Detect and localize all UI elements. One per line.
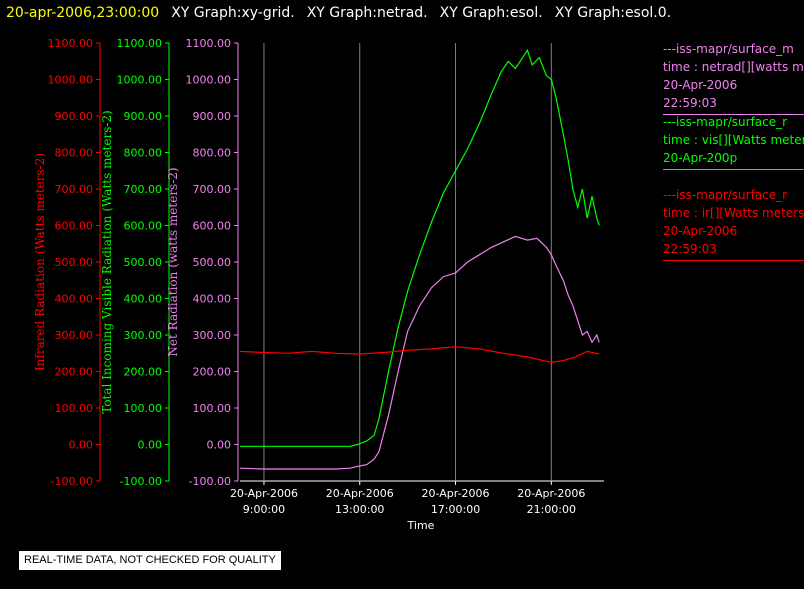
y-tick-label: 100.00	[193, 402, 232, 415]
y-tick-label: -100.00	[51, 475, 93, 488]
legend-text: 22:59:03	[663, 96, 717, 110]
y-tick-label: 500.00	[193, 256, 232, 269]
y-tick-label: 1100.00	[186, 37, 232, 50]
series-layer	[239, 48, 600, 470]
y-tick-label: 0.00	[69, 439, 94, 452]
x-tick-label: 17:00:00	[431, 503, 480, 516]
y-tick-label: 100.00	[55, 402, 94, 415]
y-tick-label: 300.00	[124, 329, 163, 342]
x-tick-label: 13:00:00	[335, 503, 384, 516]
legend-divider	[663, 260, 804, 261]
y-tick-label: 400.00	[55, 293, 94, 306]
y-tick-label: 900.00	[193, 110, 232, 123]
axes-layer: 1100.00 1000.00 900.00 800.00 700.00 600.00 50…	[33, 37, 604, 516]
y-tick-label: 200.00	[193, 366, 232, 379]
y-tick-label: -100.00	[189, 475, 231, 488]
legend-text: 22:59:03	[663, 242, 717, 256]
y-tick-label: 300.00	[55, 329, 94, 342]
y-tick-label: 200.00	[124, 366, 163, 379]
legend-text: ---iss-mapr/surface_m	[663, 42, 794, 56]
series-line-vis	[240, 48, 600, 447]
y-tick-label: 400.00	[124, 293, 163, 306]
legend-divider	[663, 169, 804, 170]
quality-notice: REAL-TIME DATA, NOT CHECKED FOR QUALITY	[19, 551, 281, 570]
x-tick-label: 21:00:00	[527, 503, 576, 516]
x-tick-label: 20-Apr-2006	[517, 487, 585, 500]
y-tick-label: 600.00	[55, 220, 94, 233]
legend-entry: ---iss-mapr/surface_rtime : ir[][Watts m…	[663, 186, 804, 261]
y-tick-label: 700.00	[193, 183, 232, 196]
y-tick-label: 800.00	[124, 147, 163, 160]
y-tick-label: 0.00	[138, 439, 163, 452]
legend-entry: ---iss-mapr/surface_mtime : netrad[][wat…	[663, 40, 804, 115]
y-tick-label: 500.00	[55, 256, 94, 269]
legend-text: time : ir[][Watts meters	[663, 206, 804, 220]
y-tick-label: 700.00	[55, 183, 94, 196]
y-axis-label: Infrared Radiation (Watts meters-2)	[33, 153, 47, 371]
legend-text: time : netrad[][watts m	[663, 60, 804, 74]
title-timestamp: 20-apr-2006,23:00:00	[6, 5, 159, 21]
legend-text: ---iss-mapr/surface_r	[663, 115, 788, 129]
y-tick-label: 600.00	[124, 220, 163, 233]
y-tick-label: -100.00	[120, 475, 162, 488]
y-tick-label: 0.00	[207, 439, 232, 452]
y-tick-label: 1100.00	[48, 37, 94, 50]
y-tick-label: 900.00	[55, 110, 94, 123]
y-tick-label: 900.00	[124, 110, 163, 123]
y-axis-label: Net Radiation (watts meters-2)	[166, 167, 180, 356]
legend-text: 20-Apr-2006	[663, 224, 738, 238]
y-tick-label: 300.00	[193, 329, 232, 342]
y-tick-label: 100.00	[124, 402, 163, 415]
series-line-ir	[239, 346, 600, 364]
y-tick-label: 1000.00	[48, 74, 94, 87]
legend-text: 20-Apr-2006	[663, 78, 738, 92]
y-tick-label: 600.00	[193, 220, 232, 233]
x-tick-label: 9:00:00	[243, 503, 285, 516]
y-tick-label: 800.00	[193, 147, 232, 160]
x-tick-label: 20-Apr-2006	[422, 487, 490, 500]
grid-layer	[263, 43, 552, 481]
title-graph-name: XY Graph:esol.	[440, 5, 543, 21]
page-title: 20-apr-2006,23:00:00 XY Graph:xy-grid. XY …	[6, 5, 671, 21]
x-tick-label: 20-Apr-2006	[230, 487, 298, 500]
y-tick-label: 1000.00	[186, 74, 232, 87]
y-tick-label: 700.00	[124, 183, 163, 196]
x-tick-label: 20-Apr-2006	[326, 487, 394, 500]
y-axis-label: Total Incoming Visible Radiation (Watts …	[100, 110, 114, 414]
x-axis-label: Time	[407, 519, 435, 532]
title-graph-name: XY Graph:netrad.	[307, 5, 428, 21]
y-tick-label: 1100.00	[117, 37, 163, 50]
legend-text: time : vis[][Watts meter	[663, 133, 804, 147]
legend-text: 20-Apr-200p	[663, 151, 738, 165]
title-graph-name: XY Graph:esol.0.	[555, 5, 671, 21]
legend-entry: ---iss-mapr/surface_rtime : vis[][Watts …	[663, 113, 804, 170]
y-tick-label: 400.00	[193, 293, 232, 306]
y-tick-label: 1000.00	[117, 74, 163, 87]
y-tick-label: 200.00	[55, 366, 94, 379]
title-graph-name: XY Graph:xy-grid.	[171, 5, 295, 21]
y-tick-label: 500.00	[124, 256, 163, 269]
legend-text: ---iss-mapr/surface_r	[663, 188, 788, 202]
y-tick-label: 800.00	[55, 147, 94, 160]
